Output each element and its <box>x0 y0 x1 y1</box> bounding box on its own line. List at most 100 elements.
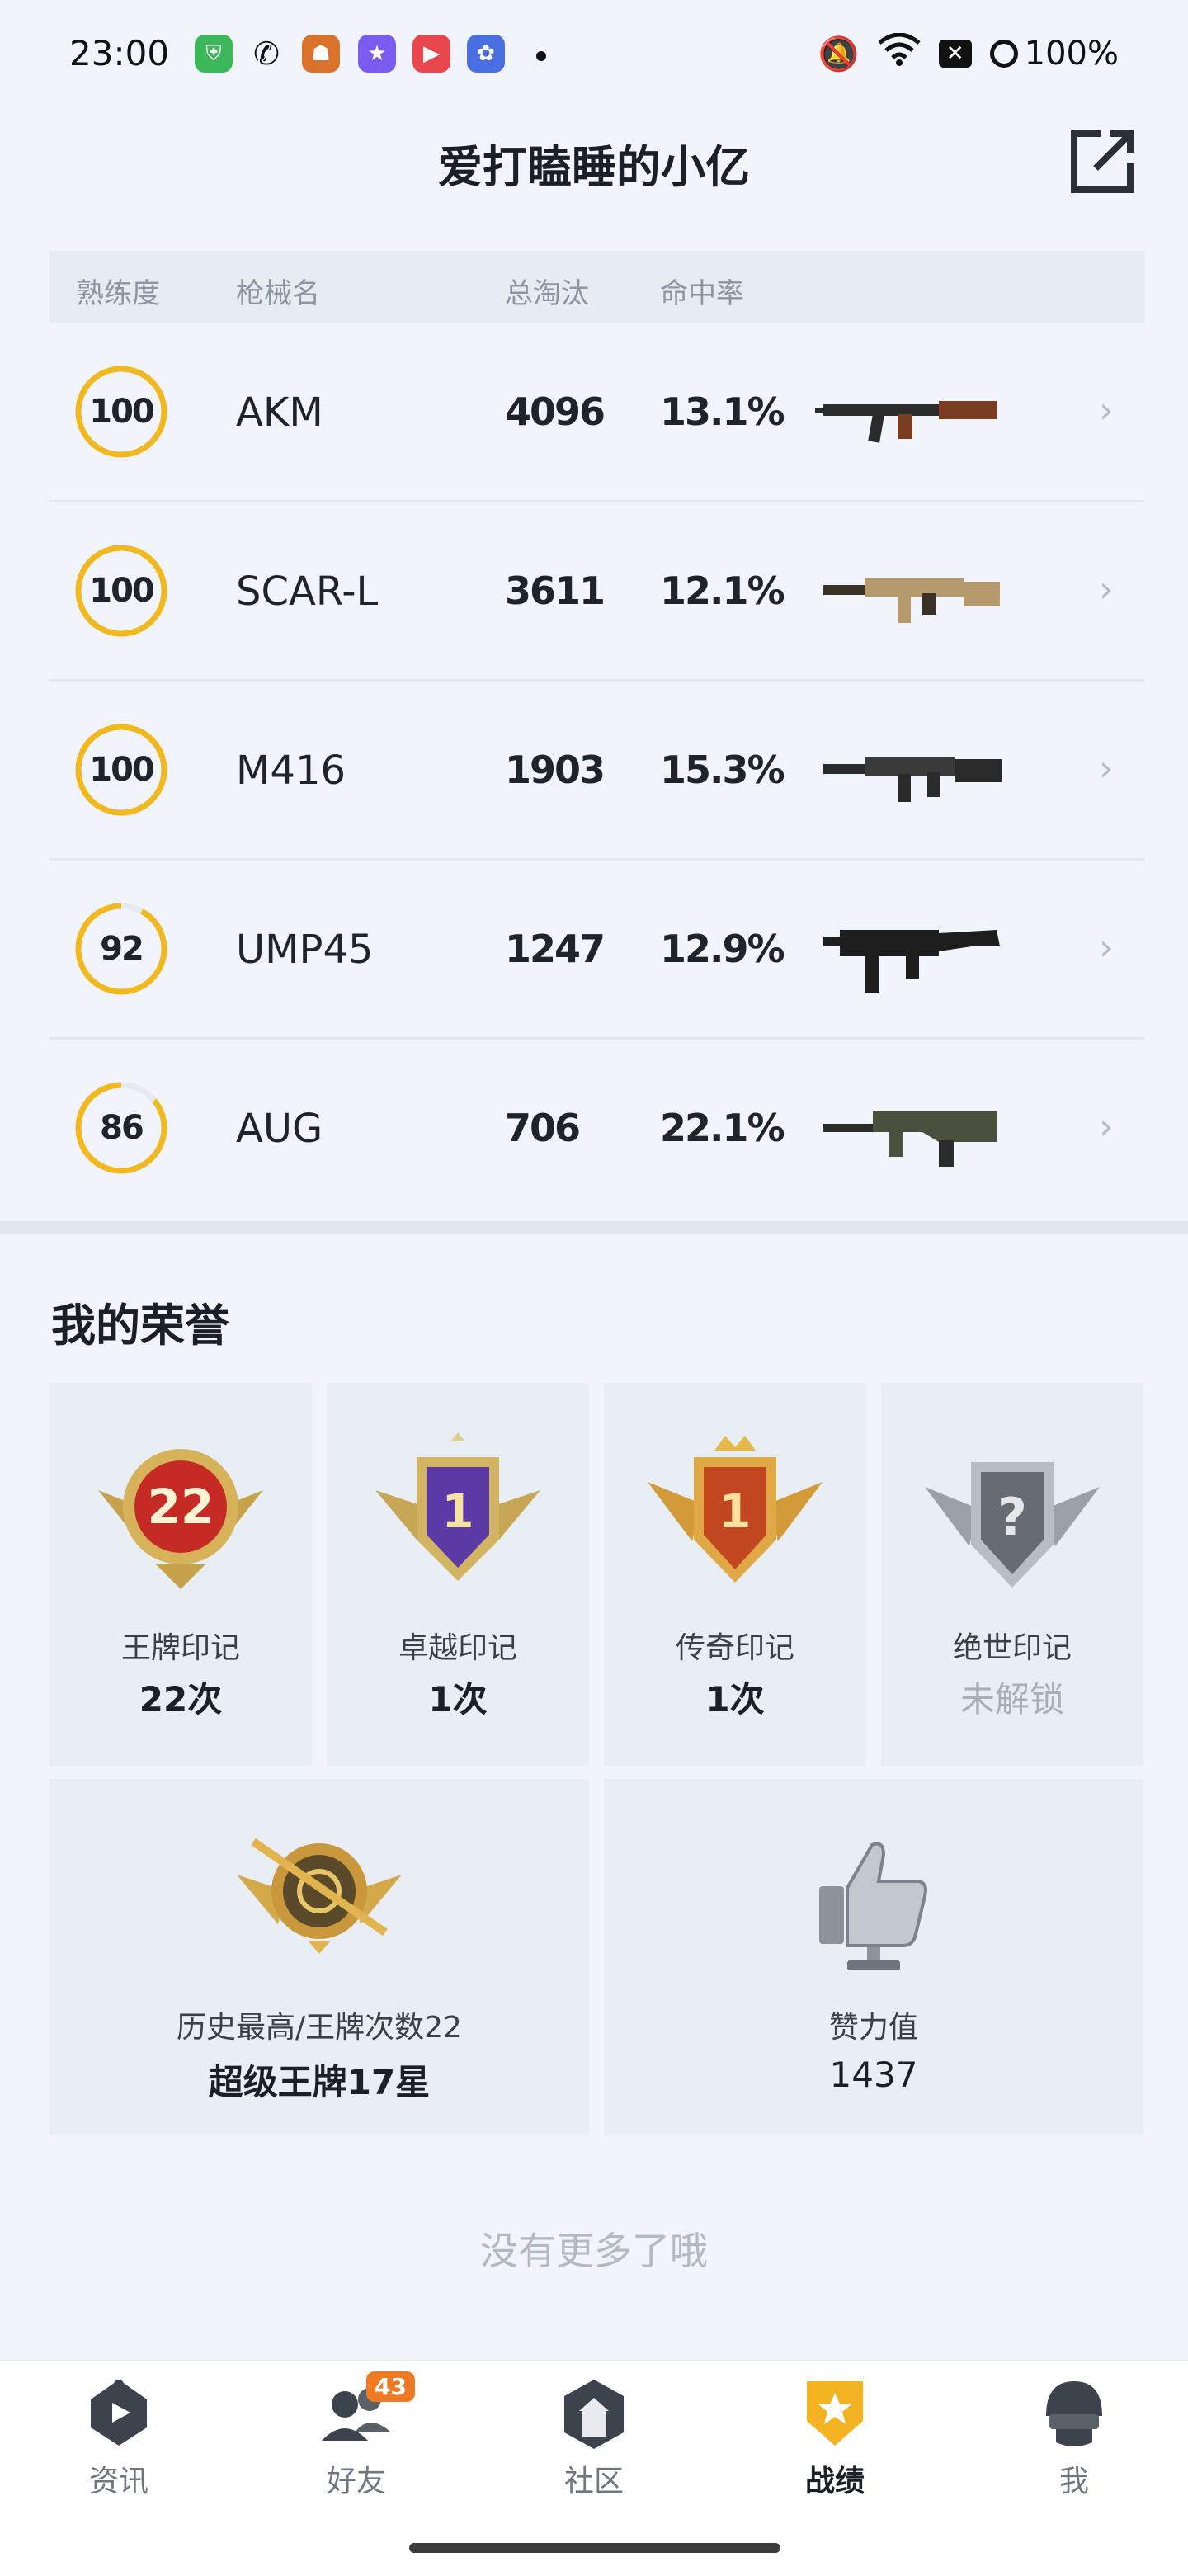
system-status: 🔕 ✕ 100% <box>818 32 1119 74</box>
excellence-mark-number: 1 <box>442 1485 474 1539</box>
ace-mark-medal-icon: 22 <box>82 1441 280 1601</box>
weapon-name: SCAR-L <box>236 569 379 615</box>
nav-community-label: 社区 <box>563 2465 624 2498</box>
mastery-value: 100 <box>89 393 155 431</box>
ace-mark-count: 22次 <box>139 1679 223 1720</box>
weapon-name: AUG <box>236 1106 323 1152</box>
weapon-row[interactable]: 100 AKM 4096 13.1% › <box>50 323 1145 502</box>
hit-rate: 12.1% <box>660 569 785 613</box>
page-title: 爱打瞌睡的小亿 <box>438 141 750 193</box>
column-weapon-name: 枪械名 <box>236 277 320 310</box>
news-icon <box>81 2375 157 2451</box>
column-total-kills: 总淘汰 <box>505 277 589 310</box>
legend-mark-label: 传奇印记 <box>675 1631 794 1665</box>
m416-rifle-icon <box>815 721 1013 820</box>
weapon-row[interactable]: 100 M416 1903 15.3% › <box>50 682 1145 861</box>
hit-rate: 22.1% <box>660 1106 785 1150</box>
mastery-value: 86 <box>100 1109 144 1147</box>
chevron-right-icon[interactable]: › <box>1099 748 1114 790</box>
no-more-text: 没有更多了哦 <box>480 2229 708 2273</box>
total-kills: 1903 <box>505 748 606 792</box>
home-indicator[interactable] <box>409 2543 780 2553</box>
nav-news-label: 资讯 <box>88 2465 148 2498</box>
legend-mark-count: 1次 <box>705 1679 765 1720</box>
nav-friends[interactable]: 43 好友 <box>290 2371 422 2500</box>
ace-mark-number: 22 <box>148 1479 214 1535</box>
ace-mark-label: 王牌印记 <box>120 1631 240 1665</box>
nav-me[interactable]: 我 <box>1008 2375 1140 2500</box>
akm-rifle-icon <box>815 363 1013 462</box>
total-kills: 3611 <box>505 569 606 613</box>
weapon-name: AKM <box>236 389 323 436</box>
title-bar: 爱打瞌睡的小亿 <box>0 122 1188 208</box>
mastery-value: 92 <box>100 930 144 968</box>
excellence-mark-label: 卓越印记 <box>398 1631 517 1665</box>
anime-app-icon: ✿ <box>467 35 505 73</box>
legend-mark-card[interactable]: 1 传奇印记 1次 <box>604 1383 866 1766</box>
highest-rank-label: 历史最高/王牌次数22 <box>177 2011 462 2045</box>
likes-card[interactable]: 赞力值 1437 <box>604 1779 1143 2135</box>
excellence-mark-medal-icon: 1 <box>359 1432 557 1601</box>
nav-friends-label: 好友 <box>326 2465 386 2498</box>
battery-level: 100% <box>1024 35 1119 73</box>
column-hit-rate: 命中率 <box>660 277 744 310</box>
status-time: 23:00 <box>69 33 170 73</box>
chevron-right-icon[interactable]: › <box>1099 389 1114 432</box>
peerless-mark-status: 未解锁 <box>959 1679 1064 1720</box>
weapon-table: 熟练度 枪械名 总淘汰 命中率 100 AKM 4096 13.1% › 100 SCAR-… <box>50 251 1145 1216</box>
mastery-ring: 100 <box>71 361 172 462</box>
helmet-profile-icon <box>1036 2375 1112 2451</box>
mute-icon: 🔕 <box>818 35 860 73</box>
more-notifications-dot <box>536 51 546 61</box>
excellence-mark-count: 1次 <box>428 1679 488 1720</box>
battery-icon <box>989 40 1018 68</box>
nav-community[interactable]: 社区 <box>528 2375 660 2500</box>
game-app-icon: ☗ <box>302 35 340 73</box>
friends-icon: 43 <box>318 2371 415 2451</box>
mastery-ring: 100 <box>71 719 172 820</box>
table-header: 熟练度 枪械名 总淘汰 命中率 <box>50 251 1145 323</box>
peerless-mark-card[interactable]: ? 绝世印记 未解锁 <box>881 1383 1143 1766</box>
total-kills: 706 <box>505 1106 581 1150</box>
thumbs-up-trophy-icon <box>808 1833 940 1977</box>
nav-news[interactable]: 资讯 <box>53 2375 185 2500</box>
video-app-icon: ▶ <box>412 35 450 73</box>
peerless-mark-symbol: ? <box>997 1487 1027 1547</box>
mastery-ring: 100 <box>71 540 172 641</box>
aug-rifle-icon <box>815 1079 1013 1178</box>
super-ace-badge-icon <box>229 1825 410 1960</box>
column-mastery: 熟练度 <box>76 277 160 310</box>
status-bar: 23:00 ⛨ ✆ ☗ ★ ▶ ✿ 🔕 ✕ 100% <box>0 0 1188 112</box>
chevron-right-icon[interactable]: › <box>1099 569 1114 611</box>
nav-record-label: 战绩 <box>804 2465 865 2498</box>
section-divider <box>0 1221 1188 1234</box>
peerless-mark-medal-icon: ? <box>913 1437 1111 1606</box>
weapon-row[interactable]: 86 AUG 706 22.1% › <box>50 1040 1145 1216</box>
wechat-icon: ✆ <box>253 35 280 72</box>
shield-app-icon: ⛨ <box>195 35 233 73</box>
star-app-icon: ★ <box>358 35 396 73</box>
scar-l-rifle-icon <box>815 542 1013 641</box>
weapon-name: M416 <box>236 748 346 794</box>
excellence-mark-card[interactable]: 1 卓越印记 1次 <box>327 1383 589 1766</box>
mastery-value: 100 <box>89 572 155 610</box>
share-icon[interactable] <box>1068 127 1137 196</box>
record-shield-icon <box>797 2375 873 2451</box>
chevron-right-icon[interactable]: › <box>1099 1106 1114 1148</box>
chevron-right-icon[interactable]: › <box>1099 927 1114 969</box>
nav-record[interactable]: 战绩 <box>769 2375 901 2500</box>
weapon-row[interactable]: 92 UMP45 1247 12.9% › <box>50 861 1145 1040</box>
peerless-mark-label: 绝世印记 <box>952 1631 1072 1665</box>
ace-mark-card[interactable]: 22 王牌印记 22次 <box>50 1383 312 1766</box>
hit-rate: 12.9% <box>660 927 785 971</box>
mastery-value: 100 <box>89 751 155 789</box>
highest-rank-card[interactable]: 历史最高/王牌次数22 超级王牌17星 <box>50 1779 589 2135</box>
weapon-row[interactable]: 100 SCAR-L 3611 12.1% › <box>50 502 1145 682</box>
highest-rank-value: 超级王牌17星 <box>208 2062 431 2102</box>
likes-value: 1437 <box>829 2055 918 2095</box>
community-icon <box>556 2375 632 2451</box>
friends-badge: 43 <box>366 2371 415 2402</box>
legend-mark-number: 1 <box>719 1485 752 1539</box>
legend-mark-medal-icon: 1 <box>636 1432 834 1601</box>
total-kills: 1247 <box>505 927 606 971</box>
